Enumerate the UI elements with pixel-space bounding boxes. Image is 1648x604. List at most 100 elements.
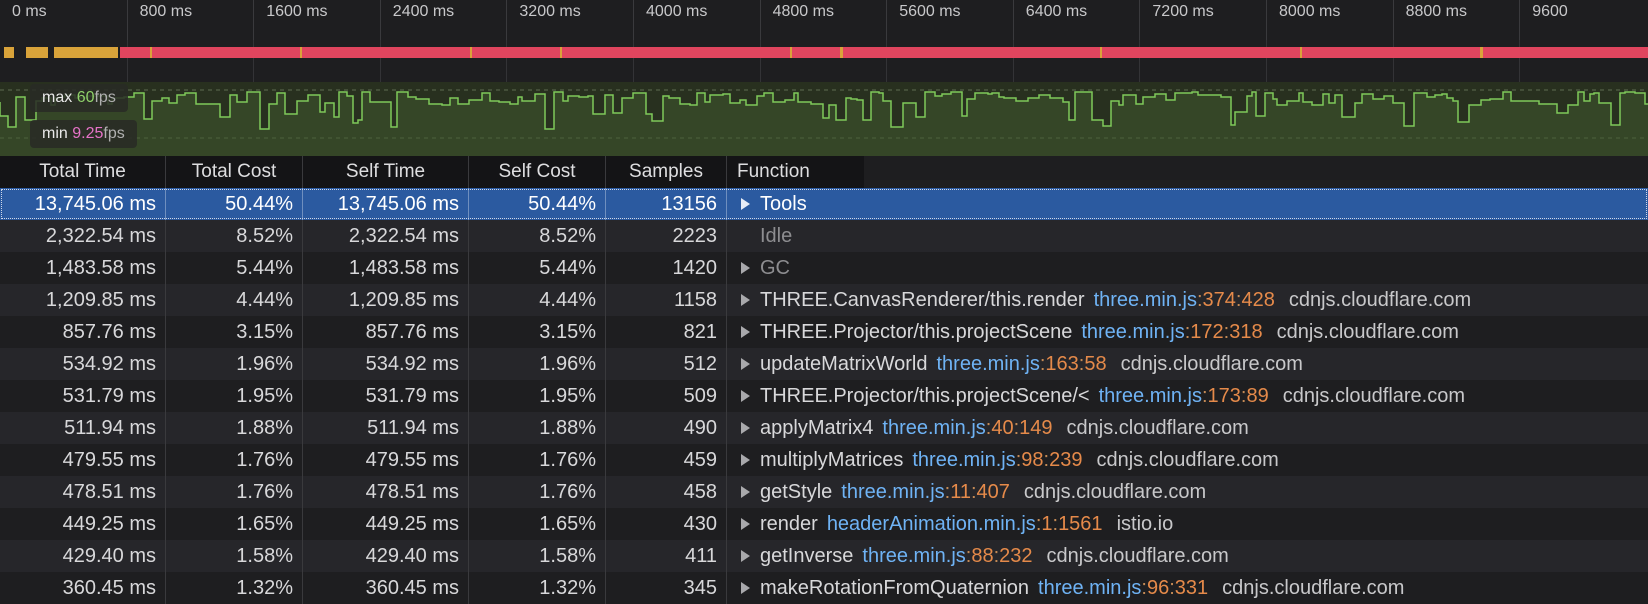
cell-function: getStyle three.min.js:11:407 cdnjs.cloudfl… [727,476,1648,508]
function-name: makeRotationFromQuaternion [760,577,1030,599]
col-header-function[interactable]: Function [727,156,864,188]
col-header-self-time[interactable]: Self Time [303,156,469,188]
cell-self-cost: 1.76% [469,476,606,508]
disclosure-triangle-icon[interactable] [741,326,750,338]
disclosure-triangle-icon[interactable] [741,550,750,562]
source-domain: cdnjs.cloudflare.com [1023,481,1207,503]
source-line: 40 [991,417,1014,439]
table-row[interactable]: 511.94 ms 1.88% 511.94 ms 1.88% 490 applyMatr… [0,412,1648,444]
fps-min-value: 9.25 [72,125,104,142]
table-row[interactable]: 531.79 ms 1.95% 531.79 ms 1.95% 509 THREE.Pro… [0,380,1648,412]
cell-self-cost: 8.52% [469,220,606,252]
source-file-link[interactable]: three.min.js:40:149 [882,412,1052,444]
timeline-ruler[interactable]: 0 ms 800 ms 1600 ms 2400 ms 3200 ms 4000 ms 48… [0,0,1648,40]
source-domain: cdnjs.cloudflare.com [1046,545,1229,567]
table-row[interactable]: 13,745.06 ms 50.44% 13,745.06 ms 50.44% 1315… [0,188,1648,220]
cell-total-cost: 3.15% [166,316,303,348]
fps-min-unit: fps [103,125,125,142]
source-file-link[interactable]: three.min.js:172:318 [1081,316,1262,348]
activity-segment-idle [150,47,152,58]
function-name: Tools [760,193,807,215]
disclosure-triangle-icon[interactable] [741,390,750,402]
cell-self-cost: 4.44% [469,284,606,316]
table-row[interactable]: 1,209.85 ms 4.44% 1,209.85 ms 4.44% 1158 THRE… [0,284,1648,316]
cell-total-time: 531.79 ms [0,380,166,412]
source-file-name: three.min.js [841,481,945,503]
activity-segment-idle [1300,47,1302,58]
table-row[interactable]: 429.40 ms 1.58% 429.40 ms 1.58% 411 getInvers… [0,540,1648,572]
table-header: Total Time Total Cost Self Time Self Cos… [0,156,864,188]
disclosure-triangle-icon[interactable] [741,486,750,498]
fps-min-label: min 9.25fps [30,120,137,148]
fps-max-label: max 60fps [30,84,128,112]
fps-max-text: max [42,89,73,106]
disclosure-triangle-icon[interactable] [741,422,750,434]
ruler-tick: 8000 ms [1266,0,1340,40]
cell-self-cost: 1.96% [469,348,606,380]
source-file-name: three.min.js [936,353,1040,375]
source-file-name: three.min.js [1098,385,1202,407]
source-file-link[interactable]: three.min.js:96:331 [1038,572,1208,604]
disclosure-triangle-icon[interactable] [741,358,750,370]
table-row[interactable]: 2,322.54 ms 8.52% 2,322.54 ms 8.52% 2223 Idle [0,220,1648,252]
cell-samples: 490 [606,412,727,444]
col-header-samples[interactable]: Samples [606,156,727,188]
col-header-total-cost[interactable]: Total Cost [166,156,303,188]
source-file-name: three.min.js [912,449,1016,471]
source-line: 172 [1190,321,1224,343]
function-name: applyMatrix4 [760,417,874,439]
table-row[interactable]: 360.45 ms 1.32% 360.45 ms 1.32% 345 makeRotat… [0,572,1648,604]
cell-samples: 411 [606,540,727,572]
table-row[interactable]: 1,483.58 ms 5.44% 1,483.58 ms 5.44% 1420 GC [0,252,1648,284]
source-line: 173 [1207,385,1241,407]
source-domain: cdnjs.cloudflare.com [1120,353,1303,375]
ruler-tick: 3200 ms [506,0,581,40]
cell-total-cost: 1.76% [166,476,303,508]
source-file-link[interactable]: three.min.js:163:58 [936,348,1106,380]
cell-function: applyMatrix4 three.min.js:40:149 cdnjs.clo… [727,412,1648,444]
cell-total-time: 360.45 ms [0,572,166,604]
source-file-link[interactable]: three.min.js:11:407 [841,476,1010,508]
source-file-link[interactable]: three.min.js:173:89 [1099,380,1269,412]
source-file-name: three.min.js [1038,577,1142,599]
source-domain: cdnjs.cloudflare.com [1222,577,1405,599]
table-row[interactable]: 449.25 ms 1.65% 449.25 ms 1.65% 430 render hea… [0,508,1648,540]
cell-function: makeRotationFromQuaternion three.min.js:9… [727,572,1648,604]
table-row[interactable]: 857.76 ms 3.15% 857.76 ms 3.15% 821 THREE.Pro… [0,316,1648,348]
cell-total-time: 2,322.54 ms [0,220,166,252]
table-row[interactable]: 479.55 ms 1.76% 479.55 ms 1.76% 459 multiplyM… [0,444,1648,476]
cell-function: THREE.Projector/this.projectScene three.m… [727,316,1648,348]
cpu-activity-track[interactable] [0,40,1648,82]
col-header-self-cost[interactable]: Self Cost [469,156,606,188]
function-name: render [760,513,818,535]
fps-track[interactable]: max 60fps min 9.25fps [0,82,1648,156]
disclosure-triangle-icon[interactable] [741,198,750,210]
cell-function: Idle [727,220,1648,252]
source-file-name: three.min.js [1093,289,1197,311]
activity-segment-idle [26,47,48,58]
cell-total-cost: 1.76% [166,444,303,476]
source-file-name: three.min.js [862,545,966,567]
source-column: 232 [999,545,1033,567]
call-tree-table: Total Time Total Cost Self Time Self Cos… [0,156,1648,604]
cell-self-time: 449.25 ms [303,508,469,540]
cell-total-cost: 50.44% [166,188,303,220]
source-file-link[interactable]: three.min.js:374:428 [1094,284,1275,316]
ruler-tick: 0 ms [12,3,47,20]
activity-segment-idle [112,47,116,58]
activity-segment-idle [67,47,70,58]
source-file-link[interactable]: three.min.js:88:232 [862,540,1032,572]
cell-total-time: 429.40 ms [0,540,166,572]
source-column: 239 [1049,449,1083,471]
cell-self-cost: 1.95% [469,380,606,412]
disclosure-triangle-icon[interactable] [741,582,750,594]
disclosure-triangle-icon[interactable] [741,294,750,306]
col-header-total-time[interactable]: Total Time [0,156,166,188]
table-row[interactable]: 534.92 ms 1.96% 534.92 ms 1.96% 512 updateMat… [0,348,1648,380]
table-row[interactable]: 478.51 ms 1.76% 478.51 ms 1.76% 458 getStyle t… [0,476,1648,508]
source-file-link[interactable]: headerAnimation.min.js:1:1561 [827,508,1103,540]
disclosure-triangle-icon[interactable] [741,262,750,274]
source-file-link[interactable]: three.min.js:98:239 [912,444,1082,476]
disclosure-triangle-icon[interactable] [741,454,750,466]
disclosure-triangle-icon[interactable] [741,518,750,530]
